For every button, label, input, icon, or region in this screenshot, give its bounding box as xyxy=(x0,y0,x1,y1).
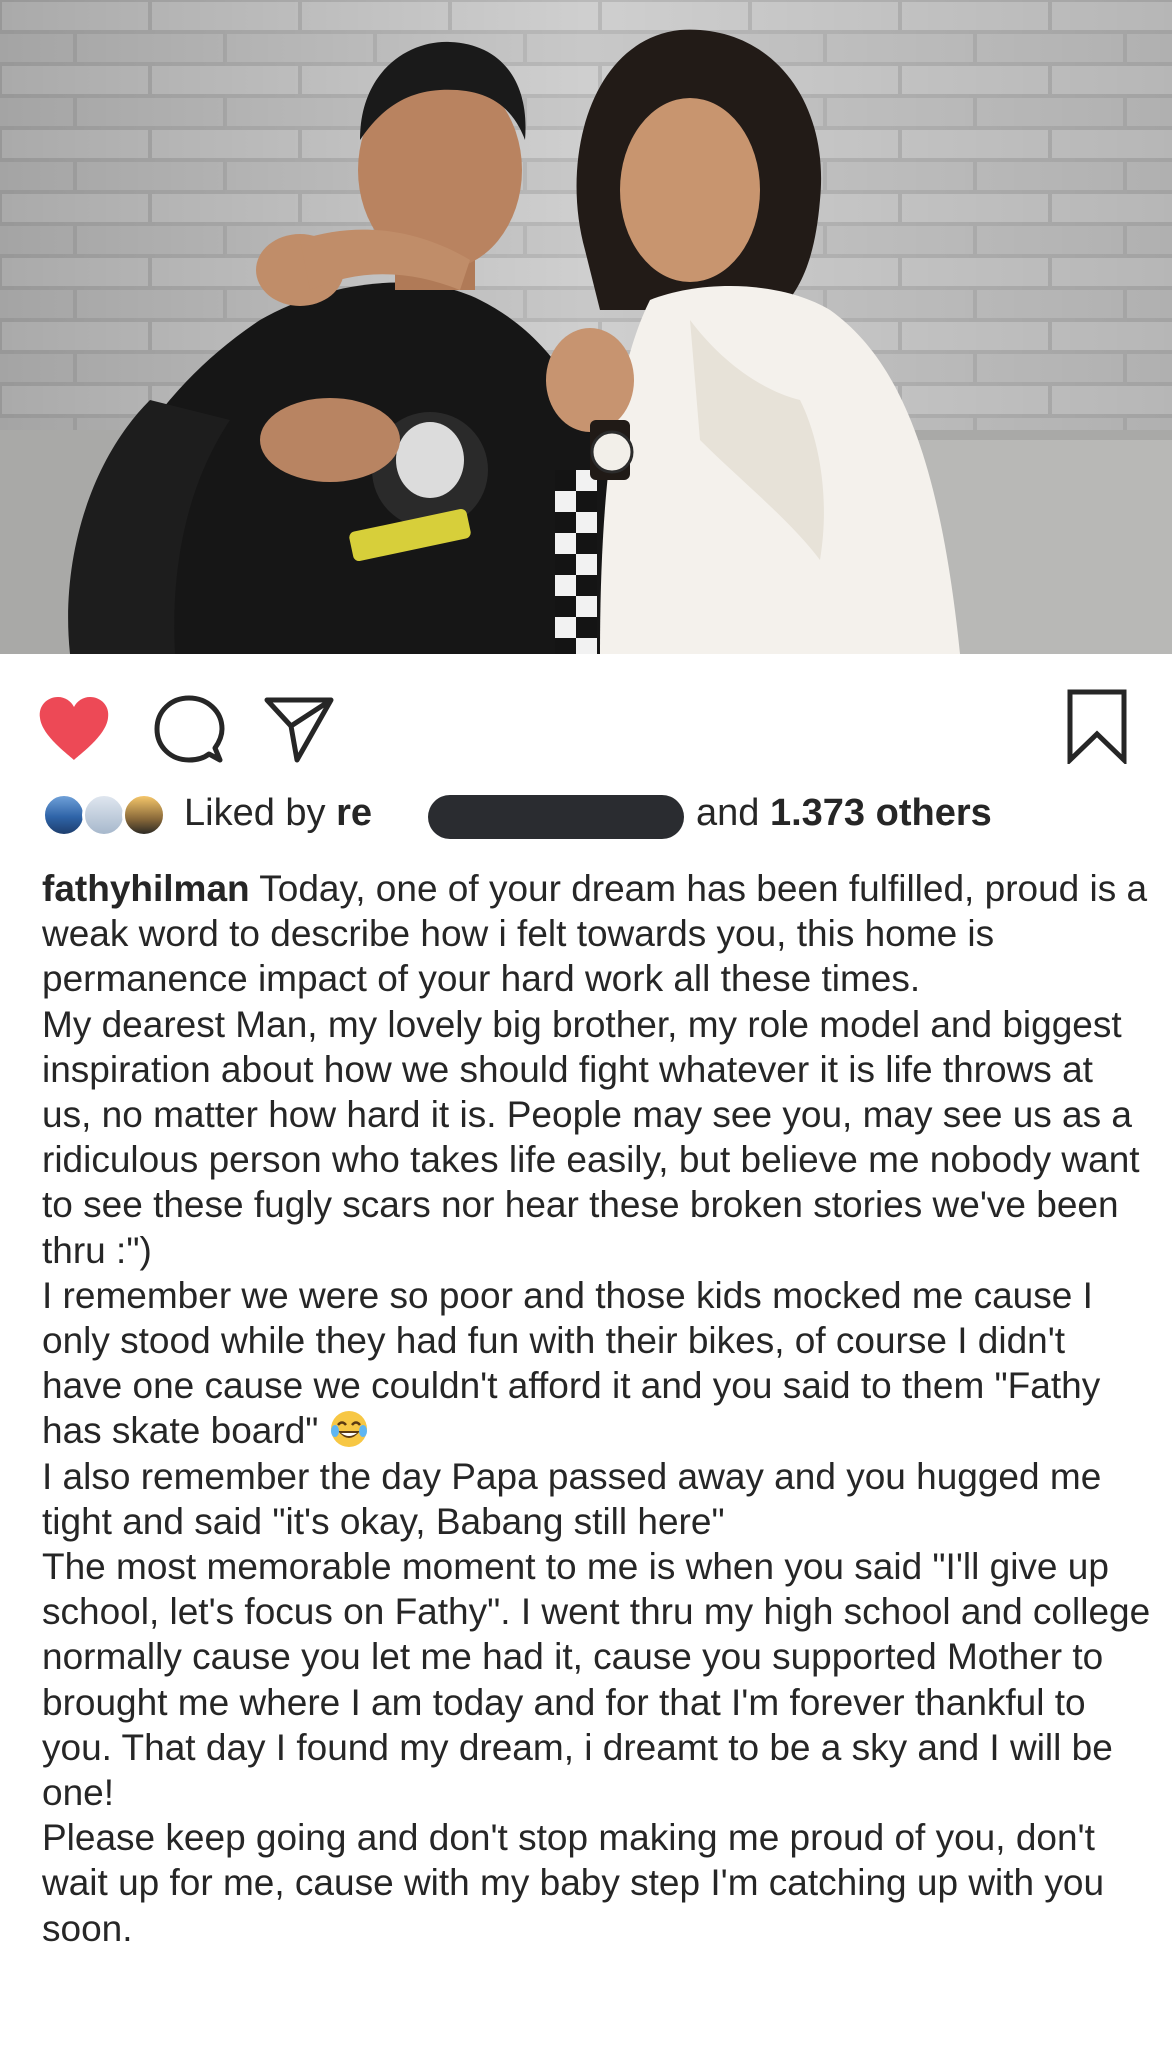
caption-paragraph: I remember we were so poor and those kid… xyxy=(42,1274,1101,1452)
laughing-tears-emoji-icon xyxy=(329,1409,369,1449)
post-action-bar xyxy=(0,654,1172,796)
liked-by-text: Liked by re xyxy=(184,792,373,834)
avatar xyxy=(82,793,126,837)
caption-paragraph: I also remember the day Papa passed away… xyxy=(42,1455,1102,1542)
liker-username[interactable]: re xyxy=(336,792,372,834)
post-caption: fathyhilman Today, one of your dream has… xyxy=(42,866,1152,1951)
caption-paragraph: My dearest Man, my lovely big brother, m… xyxy=(42,1003,1140,1271)
post-photo[interactable] xyxy=(0,0,1172,654)
avatar xyxy=(122,793,166,837)
caption-paragraph: The most memorable moment to me is when … xyxy=(42,1546,1151,1814)
avatar xyxy=(42,793,86,837)
caption-paragraph: fathyhilman Today, one of your dream has… xyxy=(42,868,1148,1000)
caption-paragraph: Please keep going and don't stop making … xyxy=(42,1817,1105,1949)
likes-summary[interactable]: Liked by re and 1.373 others xyxy=(42,786,1142,840)
redaction-bar xyxy=(428,795,684,839)
heart-filled-icon[interactable] xyxy=(38,696,110,762)
bookmark-icon[interactable] xyxy=(1066,688,1128,764)
caption-username[interactable]: fathyhilman xyxy=(42,868,250,909)
comment-icon[interactable] xyxy=(153,694,225,766)
paper-plane-icon[interactable] xyxy=(263,692,335,764)
liker-avatars xyxy=(42,793,172,837)
likes-count-text[interactable]: and 1.373 others xyxy=(696,786,992,840)
